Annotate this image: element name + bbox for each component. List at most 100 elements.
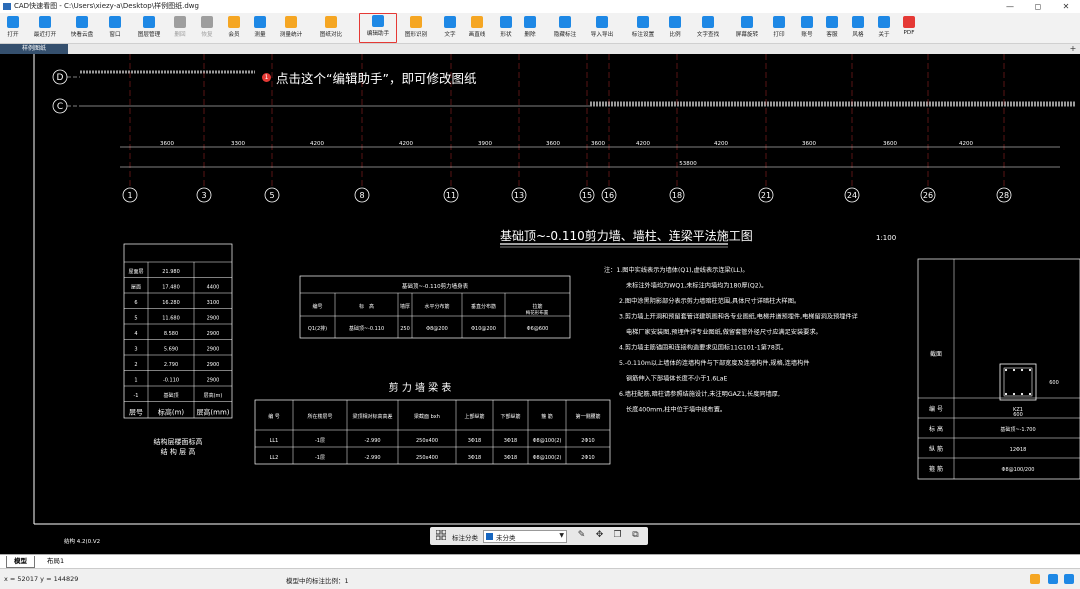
toolbar-compare-button[interactable]: 图纸对比 — [316, 15, 346, 41]
toolbar-button-label: 图层管理 — [137, 32, 161, 38]
maximize-button[interactable]: ◻ — [1024, 0, 1052, 13]
toolbar-button-label: PDF — [903, 30, 915, 36]
toolbar-folder-button[interactable]: 打开 — [2, 15, 24, 41]
toolbar-annotation-settings-button[interactable]: 标注设置 — [627, 15, 659, 41]
toolbar-import-export-button[interactable]: 导入导出 — [586, 15, 618, 41]
toolbar-eraser-button[interactable]: 删除 — [520, 15, 540, 41]
story-table-cell: 8.580 — [164, 331, 178, 337]
toolbar-vip-button[interactable]: 会员 — [224, 15, 244, 41]
tab-layout1[interactable]: 布局1 — [40, 556, 71, 567]
axis-label: 11 — [446, 191, 456, 200]
toolbar-button-label: 编辑助手 — [366, 31, 390, 37]
drawing-canvas[interactable]: D C 1 3 5 8 11 13 15 16 18 21 24 26 28 3600 3300 4200 4200… — [0, 54, 1080, 554]
toolbar-undo-button[interactable]: 删回 — [170, 15, 190, 41]
story-table-cell: -0.110 — [163, 378, 179, 384]
axis-label: D — [57, 73, 64, 83]
toolbar-measure-stats-button[interactable]: 测量统计 — [276, 15, 306, 41]
tab-document[interactable]: 样例图纸 — [0, 44, 68, 54]
toolbar-line-button[interactable]: 画直线 — [464, 15, 490, 41]
status-bar: x = 52017 y = 144829 模型中的标注比例：1 — [0, 568, 1080, 589]
toolbar-window-button[interactable]: 窗口 — [105, 15, 125, 41]
toolbar-scale-button[interactable]: 比例 — [664, 15, 686, 41]
move-icon[interactable]: ✥ — [594, 530, 605, 541]
toolbar-cloud-button[interactable]: 快看云盘 — [66, 15, 98, 41]
story-table-cell: 2900 — [207, 331, 220, 337]
beam-table-cell: LL2 — [270, 455, 279, 461]
toolbar-button-label: 标注设置 — [631, 32, 655, 38]
status-display-icon[interactable] — [1048, 574, 1058, 584]
design-note: 5.-0.110m以上墙体的连墙构件与下部宽度及连墙构件,规格,连墙构件 — [619, 359, 810, 367]
story-table-cell: 层高(m) — [204, 392, 223, 399]
toolbar-button-label: 图形识别 — [404, 32, 428, 38]
window-icon — [109, 16, 121, 28]
toolbar-measure-button[interactable]: 测量 — [250, 15, 270, 41]
bottom-note: 结构 4.2(0.V2 — [64, 537, 100, 545]
toolbar-text-search-button[interactable]: 文字查找 — [692, 15, 724, 41]
toolbar-redo-button[interactable]: 恢复 — [197, 15, 217, 41]
story-table-cell: 17.480 — [162, 285, 180, 291]
pencil-icon[interactable]: ✎ — [576, 530, 587, 541]
dimension-text: 3600 — [160, 141, 174, 147]
toolbar-pdf-button[interactable]: PDF — [899, 15, 919, 41]
toolbar-rotate-screen-button[interactable]: 屏幕旋转 — [731, 15, 763, 41]
wall-table-header: 编号 — [312, 303, 322, 310]
text-icon — [444, 16, 456, 28]
minimize-button[interactable]: — — [996, 0, 1024, 13]
story-table-cell: 3100 — [207, 300, 220, 306]
beam-table-header: 箍 筋 — [541, 413, 553, 420]
axis-label: 24 — [847, 191, 857, 200]
story-table-cell: 6 — [134, 300, 137, 306]
copy-icon[interactable]: ❐ — [612, 530, 623, 541]
toolbar-hide-annotation-button[interactable]: 隐藏标注 — [549, 15, 581, 41]
column-table-key: 编 号 — [929, 405, 943, 413]
annotation-category-select[interactable]: 未分类 ▼ — [483, 530, 567, 543]
toolbar-layers-button[interactable]: 图层管理 — [133, 15, 165, 41]
toolbar-button-label: 快看云盘 — [70, 32, 94, 38]
toolbar-headset-button[interactable]: 客服 — [822, 15, 842, 41]
wall-table-cell: Φ6@600 — [527, 326, 549, 332]
status-settings-icon[interactable] — [1030, 574, 1040, 584]
chevron-down-icon: ▼ — [559, 532, 564, 539]
wall-table-cell: 250 — [400, 326, 410, 332]
vip-icon — [228, 16, 240, 28]
wall-table-header: 墙厚 — [400, 303, 410, 310]
main-toolbar: 打开 最近打开 快看云盘 窗口 图层管理 删回 恢复 会员 测量 测量统计 图纸对比 编辑助手 图形识别… — [0, 13, 1080, 44]
close-button[interactable]: ✕ — [1052, 0, 1080, 13]
grid-icon[interactable] — [436, 530, 446, 540]
wall-table-cell: 基础顶~-0.110 — [349, 325, 384, 332]
toolbar-edit-assistant-button[interactable]: 编辑助手 — [359, 13, 397, 43]
toolbar-button-label: 账号 — [801, 32, 813, 38]
toolbar-style-button[interactable]: 风格 — [848, 15, 868, 41]
story-table-footer-cell: 层号 — [129, 409, 143, 417]
wall-table-header: 拉筋 — [532, 303, 542, 310]
edit-assistant-callout: 1 点击这个“编辑助手”，即可修改图纸 — [262, 68, 476, 87]
status-fullscreen-icon[interactable] — [1064, 574, 1074, 584]
tab-model[interactable]: 模型 — [6, 556, 35, 568]
window-title: CAD快速看图 - C:\Users\xiezy-a\Desktop\样例图纸.… — [14, 2, 199, 10]
axis-label: 3 — [201, 191, 206, 200]
add-tab-button[interactable]: + — [1068, 44, 1078, 54]
design-note: 未标注外墙均为WQ1,未标注内墙均为180厚(Q2)。 — [626, 282, 767, 290]
column-table-value: 12Φ18 — [1010, 447, 1027, 453]
toolbar-print-button[interactable]: 打印 — [768, 15, 790, 41]
design-note: 注：1.图中实线表示为墙体(Q1),虚线表示连梁(LL)。 — [604, 266, 749, 274]
beam-table-cell: -1层 — [315, 438, 325, 444]
toolbar-shape-recognition-button[interactable]: 图形识别 — [400, 15, 432, 41]
title-bar: CAD快速看图 - C:\Users\xiezy-a\Desktop\样例图纸.… — [0, 0, 1080, 13]
story-table-cell: 3 — [134, 347, 137, 353]
clock-icon — [39, 16, 51, 28]
annotation-settings-icon — [637, 16, 649, 28]
toolbar-shape-button[interactable]: 形状 — [496, 15, 516, 41]
toolbar-button-label: 测量统计 — [279, 32, 303, 38]
toolbar-text-button[interactable]: 文字 — [440, 15, 460, 41]
beam-table-header: 梁截面 bxh — [414, 413, 440, 420]
toolbar-button-label: 会员 — [228, 32, 240, 38]
measure-icon — [254, 16, 266, 28]
column-rebar — [1028, 392, 1032, 396]
undo-icon — [174, 16, 186, 28]
toolbar-clock-button[interactable]: 最近打开 — [29, 15, 61, 41]
wall-table-cell: Φ10@200 — [471, 326, 496, 332]
toolbar-account-button[interactable]: 账号 — [797, 15, 817, 41]
toolbar-info-button[interactable]: 关于 — [874, 15, 894, 41]
paste-icon[interactable]: ⧉ — [630, 530, 641, 541]
